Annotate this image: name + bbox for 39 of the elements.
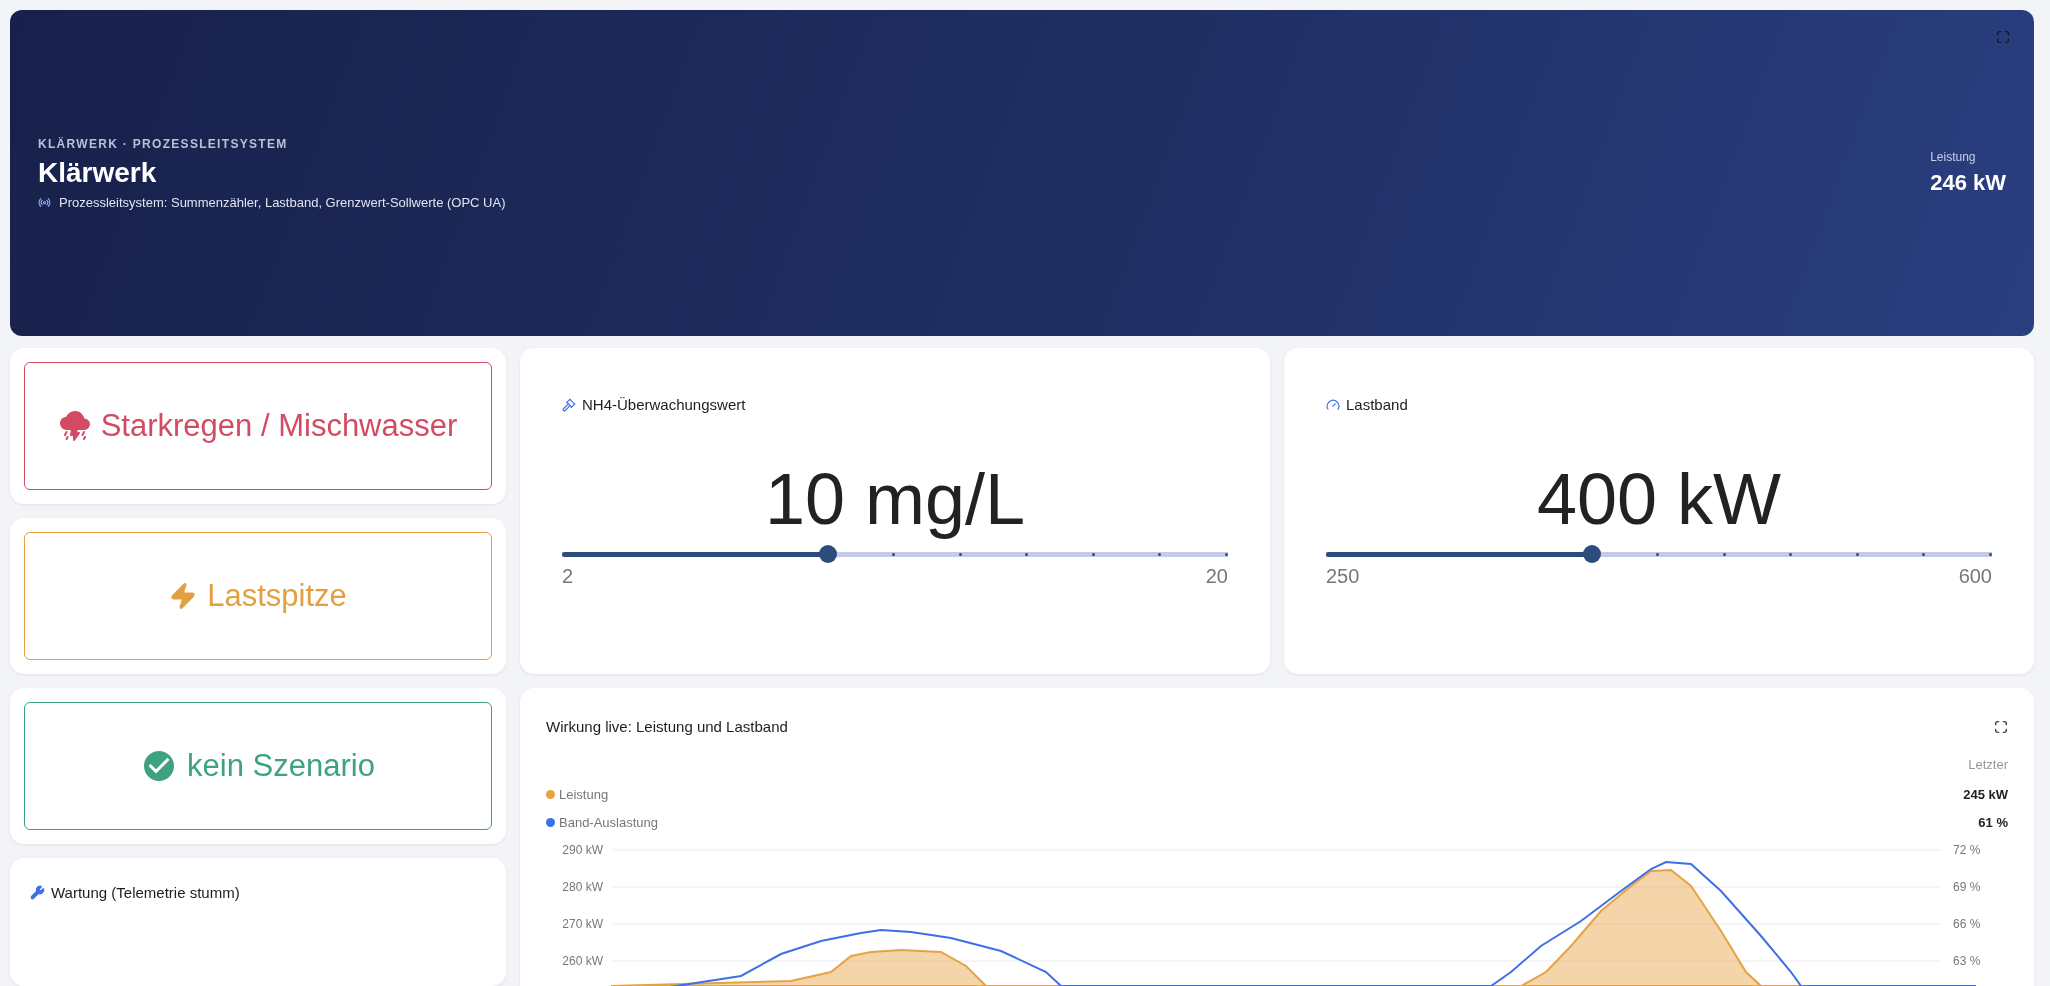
slider-max-label: 600	[1958, 565, 1992, 588]
axis-label: 290 kW	[562, 843, 603, 857]
slider-thumb[interactable]	[1583, 545, 1602, 563]
legend-value: 245 kW	[1963, 787, 2008, 803]
metric-value: 246 kW	[1930, 170, 2006, 196]
slider-min-label: 250	[1326, 565, 1360, 588]
axis-label: 63 %	[1953, 954, 1981, 968]
legend-label: Band-Auslastung	[559, 814, 658, 830]
card-title: Lastband	[1346, 396, 1408, 413]
gavel-icon	[562, 397, 576, 412]
axis-label: 72 %	[1953, 843, 1981, 857]
scenario-button[interactable]: Starkregen / Mischwasser	[24, 362, 492, 490]
legend-label: Leistung	[559, 787, 609, 803]
wrench-icon	[30, 885, 45, 900]
axis-label: 69 %	[1953, 880, 1981, 894]
legend-value: 61 %	[1978, 814, 2008, 830]
header-kicker: KLÄRWERK · PROZESSLEITSYSTEM	[38, 136, 289, 151]
slider-min-label: 2	[562, 565, 574, 588]
lightning-bolt-icon	[169, 582, 198, 610]
scenario-button[interactable]: kein Szenario	[24, 702, 492, 830]
metric-label: Leistung	[1930, 150, 1976, 164]
storm-cloud-icon	[58, 410, 91, 442]
card-title: NH4-Überwachungswert	[582, 396, 746, 413]
setpoint-value: 400 kW	[1535, 463, 1783, 535]
gauge-icon	[1326, 397, 1340, 412]
axis-label: 280 kW	[562, 880, 603, 894]
broadcast-icon	[38, 195, 51, 209]
slider-thumb[interactable]	[819, 545, 838, 563]
axis-label: 66 %	[1953, 917, 1981, 931]
legend-header: Letzter	[1968, 757, 2008, 772]
card-title: Wartung (Telemetrie stumm)	[51, 884, 240, 901]
slider-max-label: 20	[1205, 565, 1228, 588]
axis-label: 270 kW	[562, 917, 603, 931]
fullscreen-icon[interactable]	[1994, 719, 2008, 734]
scenario-button[interactable]: Lastspitze	[24, 532, 492, 660]
page-title: Klärwerk	[38, 156, 158, 189]
card-title: Wirkung live: Leistung und Lastband	[546, 718, 788, 735]
axis-label: 260 kW	[562, 954, 603, 968]
header-subtitle: Prozessleitsystem: Summenzähler, Lastband, Grenzwert-Sollwerte (OPC UA)	[59, 194, 506, 210]
